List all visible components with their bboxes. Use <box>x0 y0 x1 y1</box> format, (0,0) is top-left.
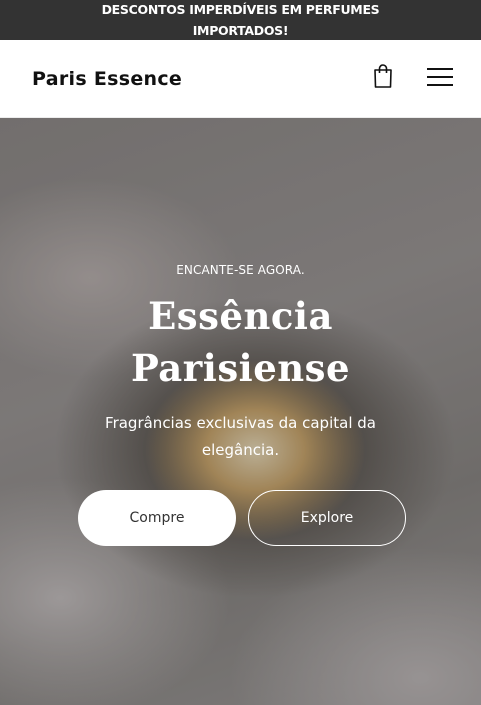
announcement-bar: DESCONTOS IMPERDÍVEIS EM PERFUMES IMPORT… <box>0 0 481 40</box>
explore-button[interactable]: Explore <box>248 490 406 546</box>
cart-button[interactable] <box>370 62 396 94</box>
site-logo[interactable]: Paris Essence <box>32 64 182 94</box>
hamburger-menu-icon <box>427 67 453 92</box>
shop-button[interactable]: Compre <box>78 490 236 546</box>
hero-eyebrow: ENCANTE-SE AGORA. <box>176 263 305 277</box>
menu-button[interactable] <box>424 65 456 93</box>
hero-title: Essência Parisiense <box>130 294 351 390</box>
hero-section: ENCANTE-SE AGORA. Essência Parisiense Fr… <box>0 118 481 705</box>
site-header: Paris Essence <box>0 40 481 118</box>
shopping-bag-icon <box>372 63 394 94</box>
hero-content: ENCANTE-SE AGORA. Essência Parisiense Fr… <box>0 118 481 705</box>
hero-subtitle: Fragrâncias exclusivas da capital da ele… <box>105 414 376 459</box>
announcement-text: DESCONTOS IMPERDÍVEIS EM PERFUMES IMPORT… <box>101 2 380 38</box>
